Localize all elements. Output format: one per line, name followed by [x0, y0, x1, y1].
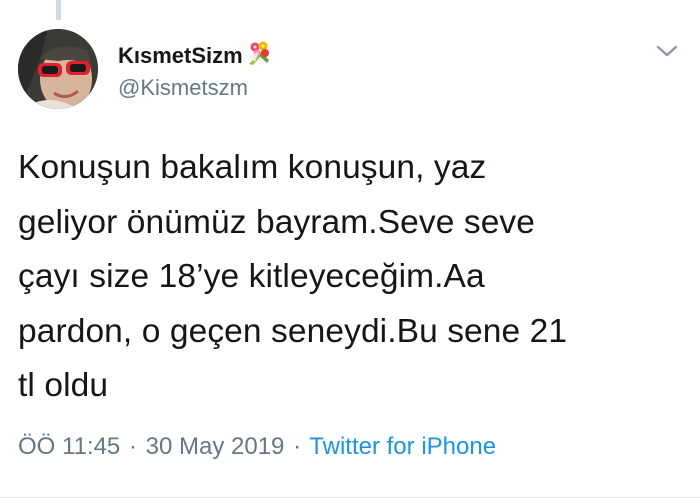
display-name-text: KısmetSizm — [118, 43, 243, 68]
tweet-text-line: pardon, o geçen seneydi.Bu sene 21 — [18, 312, 568, 350]
tweet-text-line: çayı size 18’ye kitleyeceğim.Aa — [18, 258, 485, 295]
chevron-down-icon[interactable] — [654, 40, 680, 62]
display-name[interactable]: KısmetSizm — [118, 40, 273, 72]
user-handle[interactable]: @Kismetszm — [118, 75, 248, 101]
tweet-text: Konuşun bakalım konuşun, yaz geliyor önü… — [18, 141, 678, 414]
tweet-source-link[interactable]: Twitter for iPhone — [309, 433, 496, 460]
bouquet-icon — [245, 40, 273, 72]
meta-separator: · — [128, 433, 137, 460]
tweet-metadata: ÖÖ 11:45 · 30 May 2019 · Twitter for iPh… — [18, 432, 496, 462]
tweet-card: KısmetSizm @Kismetszm Konuşun bakalım ko… — [0, 0, 700, 498]
meta-separator: · — [293, 433, 302, 460]
tweet-date[interactable]: 30 May 2019 — [146, 433, 285, 460]
tweet-time[interactable]: ÖÖ 11:45 — [18, 433, 120, 460]
avatar[interactable] — [18, 29, 98, 109]
tweet-text-line: Konuşun bakalım konuşun, yaz — [18, 149, 487, 186]
thread-connector-line — [56, 0, 61, 20]
tweet-text-line: geliyor önümüz bayram.Seve seve — [18, 203, 536, 241]
avatar-photo — [18, 29, 98, 109]
tweet-text-line: tl oldu — [18, 367, 109, 404]
